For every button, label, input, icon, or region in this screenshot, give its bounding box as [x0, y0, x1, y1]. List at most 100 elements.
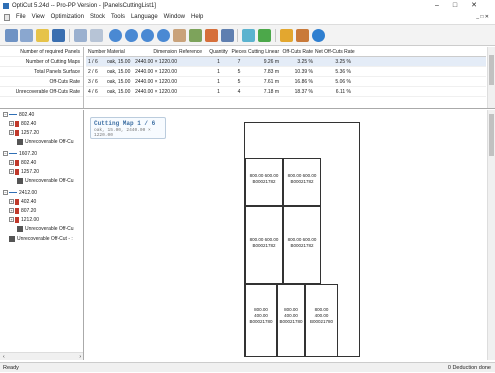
calc-icon[interactable]: [74, 29, 87, 42]
expand-icon[interactable]: +: [9, 199, 14, 205]
column-header[interactable]: Dimension: [130, 47, 179, 56]
grid-icon[interactable]: [5, 29, 18, 42]
hand-icon[interactable]: [173, 29, 186, 42]
tree-node[interactable]: +1212.00: [9, 216, 39, 224]
menu-help[interactable]: Help: [188, 12, 206, 23]
shape-icon[interactable]: [280, 29, 293, 42]
menu-stock[interactable]: Stock: [87, 12, 108, 23]
cut-icon[interactable]: [205, 29, 218, 42]
scroll-right-icon[interactable]: ›: [79, 353, 81, 360]
list-icon[interactable]: [20, 29, 33, 42]
panel-icon: [15, 129, 19, 136]
table-cell: [179, 77, 207, 86]
table-row[interactable]: 3 / 6 oak, 15.00 2440.00 × 1220.00 1 5 7…: [86, 77, 486, 87]
menu-tools[interactable]: Tools: [108, 12, 128, 23]
expand-icon[interactable]: +: [9, 160, 14, 166]
panel-icon: [15, 168, 19, 175]
tree-node[interactable]: +802.40: [9, 159, 36, 167]
summary-label: Number of Cutting Maps: [0, 57, 83, 67]
tree-node[interactable]: Unrecoverable Off-Cut - :: [9, 235, 73, 243]
menu-language[interactable]: Language: [128, 12, 161, 23]
close-button[interactable]: ✕: [471, 2, 491, 9]
column-header[interactable]: Off-Cuts Rate: [281, 47, 315, 56]
menu-view[interactable]: View: [29, 12, 48, 23]
column-header[interactable]: Pieces: [230, 47, 248, 56]
table-row[interactable]: 1 / 6 oak, 15.00 2440.00 × 1220.00 1 7 9…: [86, 57, 486, 67]
table-cell: 18.37 %: [294, 89, 313, 95]
cut-panel[interactable]: 800.00 600.00 B00021782: [283, 206, 321, 284]
print-icon[interactable]: [296, 29, 309, 42]
zoom-fit-icon[interactable]: [141, 29, 154, 42]
tree-node[interactable]: +802.40: [9, 120, 36, 128]
strip-icon: [9, 153, 17, 155]
strip-icon: [9, 114, 17, 116]
panel-icon: [15, 207, 19, 214]
table-cell: 7: [237, 59, 241, 65]
column-header[interactable]: Material: [107, 47, 130, 56]
tree-node[interactable]: −802.40: [3, 111, 34, 119]
expand-icon[interactable]: −: [3, 151, 8, 157]
scroll-left-icon[interactable]: ‹: [3, 353, 5, 360]
save-icon[interactable]: [52, 29, 65, 42]
cutting-map-canvas[interactable]: Cutting Map 1 / 6 oak, 15.00, 2440.00 × …: [85, 110, 486, 360]
minimize-button[interactable]: –: [435, 2, 453, 9]
tree-node[interactable]: +807.20: [9, 207, 36, 215]
tree-node[interactable]: Unrecoverable Off-Cu: [17, 177, 74, 185]
cut-panel[interactable]: 800.00 400.00 B00021780: [277, 284, 305, 357]
zoom-out-icon[interactable]: [125, 29, 138, 42]
clear-icon[interactable]: [90, 29, 103, 42]
table-cell: 7.18 m: [263, 89, 279, 95]
window-controls: –□✕: [435, 0, 491, 12]
summary-label: Off-Cuts Rate: [0, 77, 83, 87]
summary-label: Total Panels Surface: [0, 67, 83, 77]
expand-icon[interactable]: +: [9, 208, 14, 214]
stock-icon[interactable]: [242, 29, 255, 42]
cut-panel[interactable]: 800.00 600.00 B00021782: [245, 206, 283, 284]
canvas-scrollbar[interactable]: [487, 110, 495, 360]
zoom-reset-icon[interactable]: [157, 29, 170, 42]
menu-file[interactable]: File: [13, 12, 29, 23]
tree-node[interactable]: +1257.20: [9, 129, 39, 137]
expand-icon[interactable]: +: [9, 169, 14, 175]
expand-icon[interactable]: +: [9, 121, 14, 127]
cut-panel[interactable]: 800.00 400.00 B00021780: [245, 284, 277, 357]
cut-panel[interactable]: 800.00 400.00 B00021780: [305, 284, 338, 357]
mdi-controls[interactable]: _ □ ✕: [476, 12, 489, 23]
column-header[interactable]: Net Off-Cuts Rate: [315, 47, 355, 56]
column-header[interactable]: Quantity: [207, 47, 230, 56]
menu-window[interactable]: Window: [161, 12, 188, 23]
scrollbar-thumb[interactable]: [489, 114, 494, 156]
stock-sheet[interactable]: 800.00 600.00 B00021782 800.00 600.00 B000…: [244, 122, 360, 357]
cut-panel[interactable]: 800.00 600.00 B00021782: [245, 158, 283, 206]
expand-icon[interactable]: +: [9, 217, 14, 223]
scrollbar-thumb[interactable]: [489, 55, 494, 85]
expand-icon[interactable]: −: [3, 112, 8, 118]
column-header[interactable]: Reference: [179, 47, 207, 56]
menu-optimization[interactable]: Optimization: [48, 12, 87, 23]
zoom-in-icon[interactable]: [109, 29, 122, 42]
table-row[interactable]: 4 / 6 oak, 15.00 2440.00 × 1220.00 1 4 7…: [86, 87, 486, 97]
expand-icon[interactable]: −: [3, 190, 8, 196]
tree-node[interactable]: −1607.20: [3, 150, 37, 158]
new-icon[interactable]: [36, 29, 49, 42]
table-icon[interactable]: [189, 29, 202, 42]
offcut-icon: [9, 235, 15, 242]
table-cell: 3.25 %: [335, 59, 351, 65]
settings-icon[interactable]: [221, 29, 234, 42]
maximize-button[interactable]: □: [453, 2, 471, 9]
document-icon[interactable]: [4, 14, 10, 21]
column-header[interactable]: Number: [86, 47, 107, 56]
column-header[interactable]: Cutting Linear: [248, 47, 281, 56]
tree-node[interactable]: −2412.00: [3, 189, 37, 197]
tree-node[interactable]: Unrecoverable Off-Cu: [17, 225, 74, 233]
tree-node[interactable]: +402.40: [9, 198, 36, 206]
info-icon[interactable]: [312, 29, 325, 42]
tree-horizontal-scrollbar[interactable]: ‹ ›: [0, 352, 83, 360]
table-scrollbar[interactable]: [487, 47, 495, 108]
cut-panel[interactable]: 800.00 600.00 B00021782: [283, 158, 321, 206]
table-row[interactable]: 2 / 6 oak, 15.00 2440.00 × 1220.00 1 5 7…: [86, 67, 486, 77]
tree-node[interactable]: +1257.20: [9, 168, 39, 176]
export-icon[interactable]: [258, 29, 271, 42]
tree-node[interactable]: Unrecoverable Off-Cu: [17, 138, 74, 146]
expand-icon[interactable]: +: [9, 130, 14, 136]
